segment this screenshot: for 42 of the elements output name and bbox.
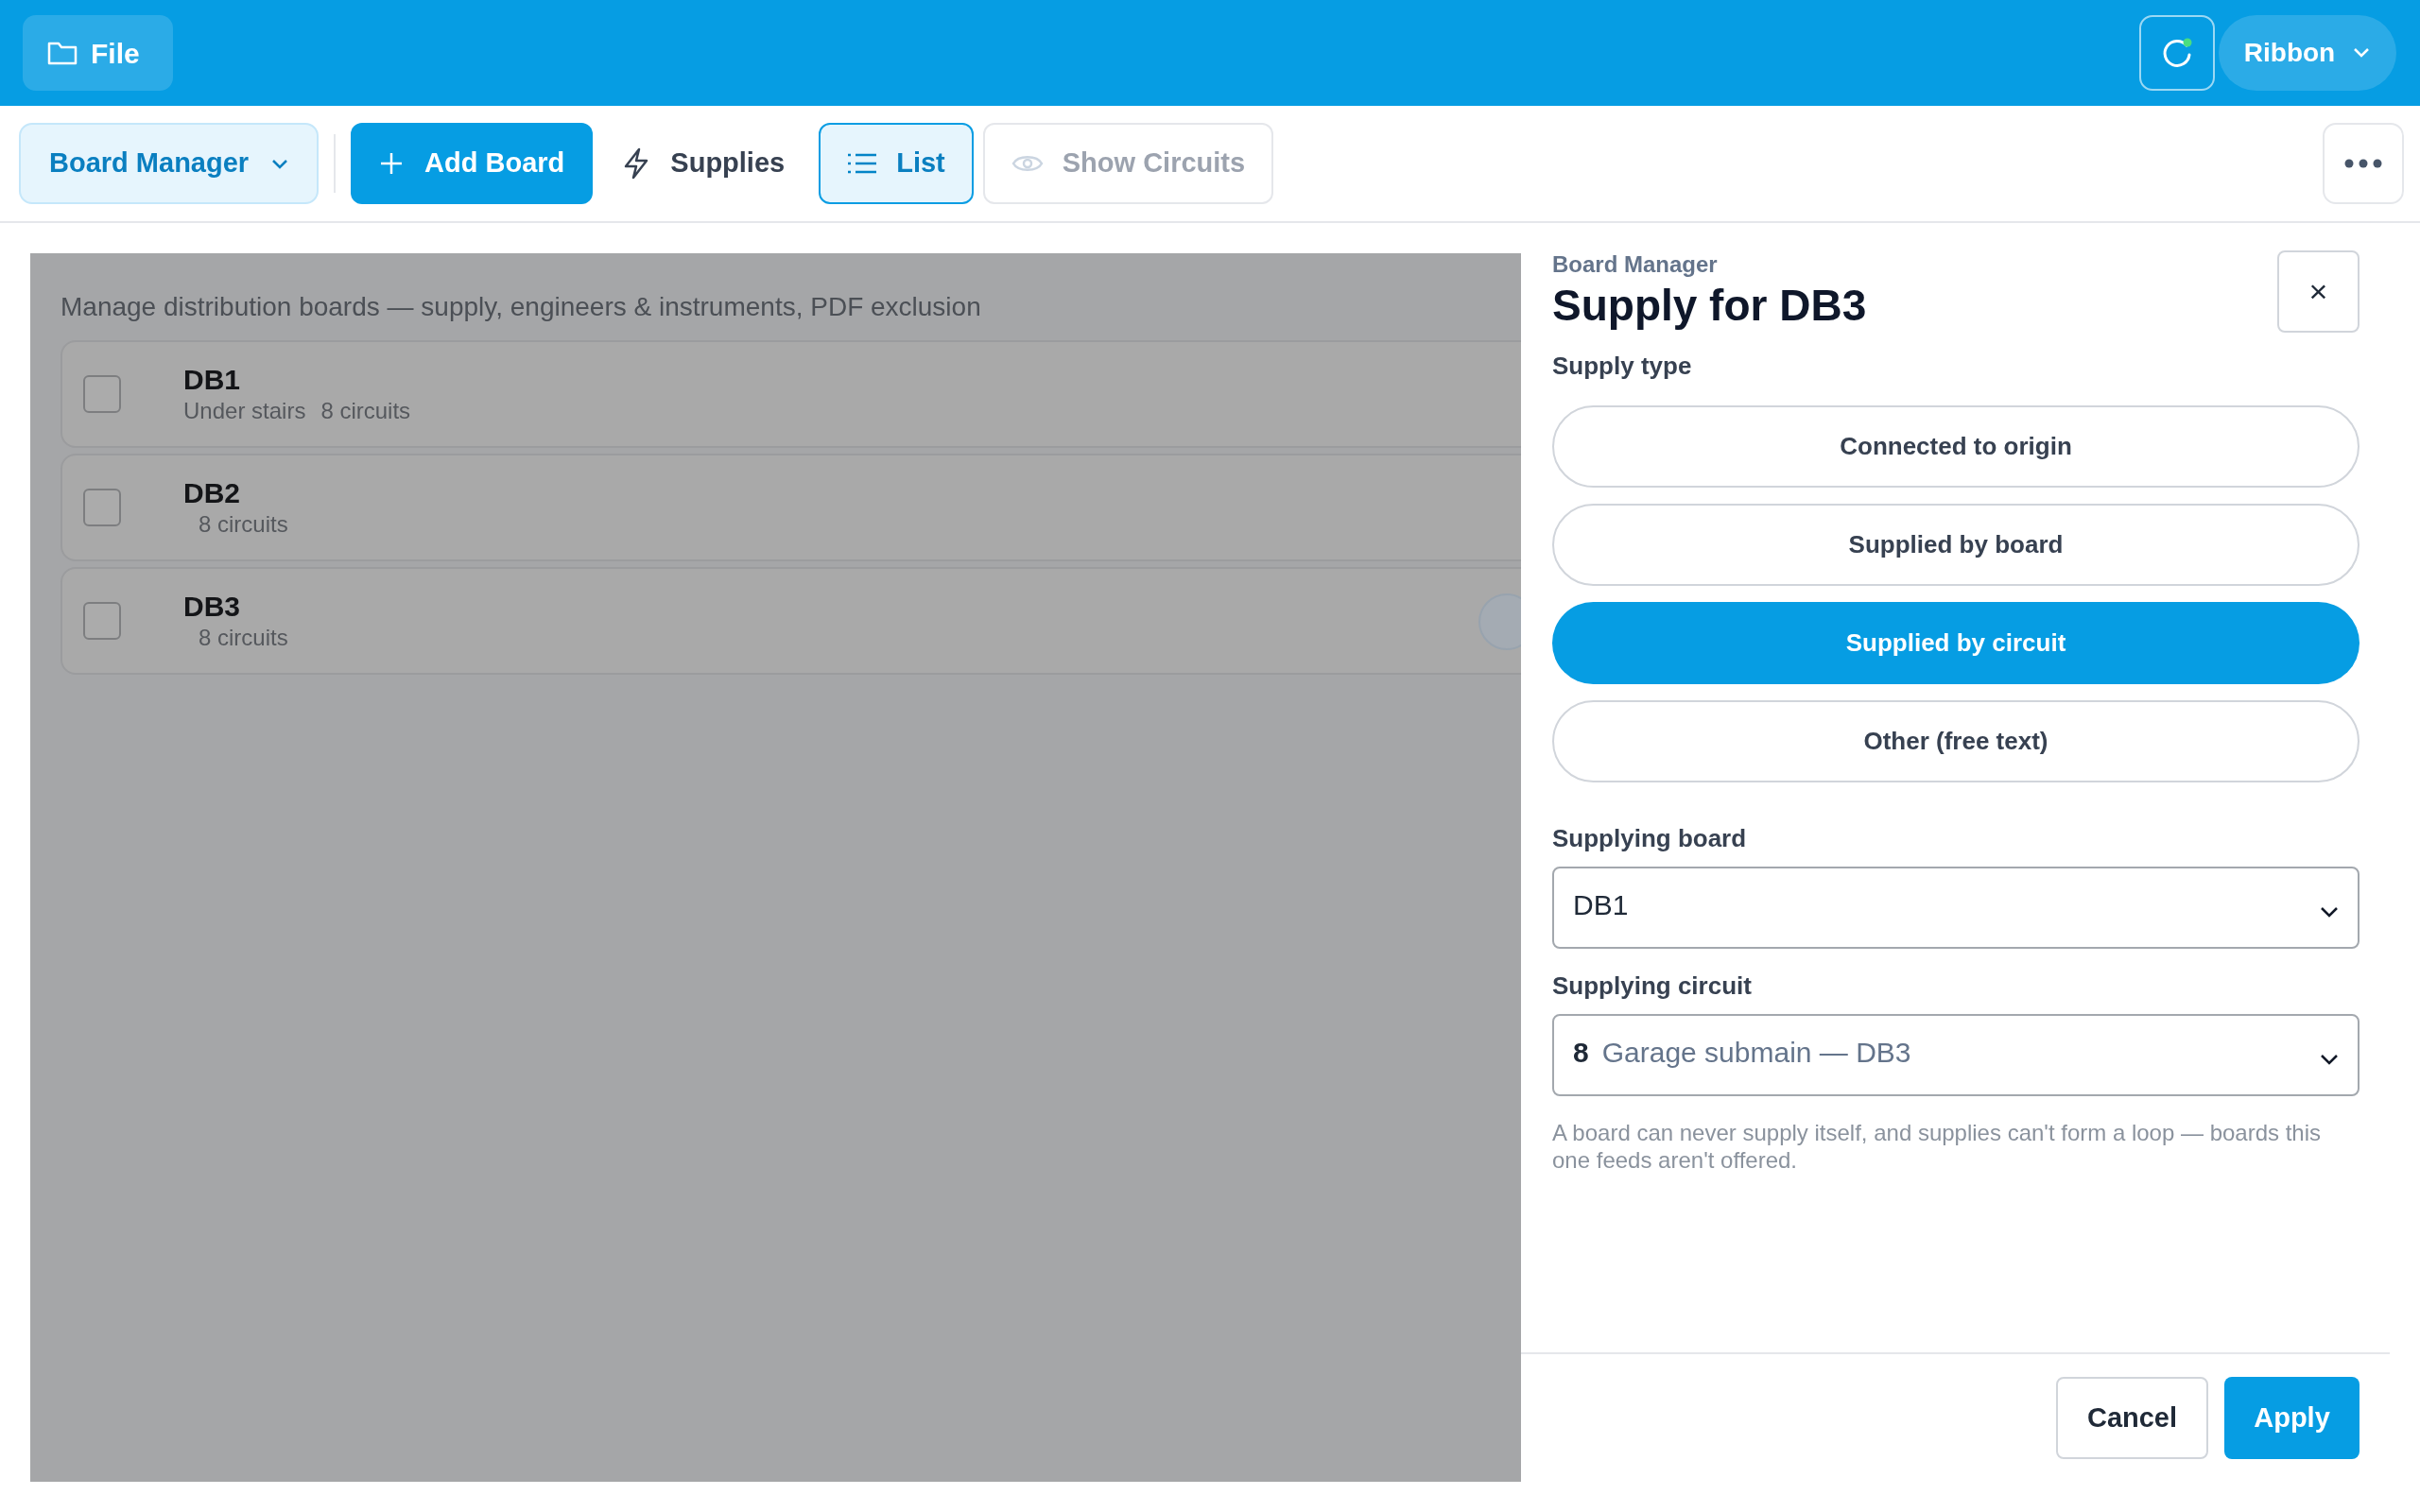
field-label: Supply type	[1552, 351, 1693, 382]
board-name: DB2	[183, 476, 241, 510]
close-button[interactable]: ×	[2277, 250, 2360, 333]
checkbox[interactable]	[83, 375, 121, 413]
hint-text: A board can never supply itself, and supplies can't form a loop — boards this one feeds aren't offered.	[1552, 1119, 2323, 1174]
more-icon	[2344, 159, 2382, 168]
round-button[interactable]	[1478, 593, 1521, 650]
chevron-down-icon	[271, 158, 289, 169]
panel-breadcrumb: Board Manager	[1552, 250, 1719, 279]
select-field[interactable]: 8 Garage submain — DB3	[1552, 1014, 2360, 1096]
view-dropdown[interactable]: Board Manager	[19, 123, 320, 204]
chevron-down-icon	[2352, 47, 2372, 59]
folder-icon	[47, 40, 78, 66]
board-list-description: Manage distribution boards — supply, engineers & instruments, PDF exclusion	[60, 291, 982, 323]
chevron-down-icon	[2320, 906, 2339, 918]
field-label: Supplying circuit	[1552, 971, 1753, 1002]
board-row[interactable]: DB1 Under stairs 8 circuits	[60, 340, 1521, 448]
circuit-count: 8 circuits	[320, 397, 411, 425]
board-row[interactable]: DB2 8 circuits	[60, 454, 1521, 561]
plus-icon	[379, 151, 405, 176]
sync-button[interactable]	[2139, 15, 2215, 91]
board-location: Under stairs	[183, 397, 306, 425]
board-name: DB1	[183, 363, 241, 397]
field-label: Supplying board	[1552, 823, 1748, 854]
supply-type-option[interactable]: Supplied by board	[1552, 504, 2360, 586]
panel-title: Supply for DB3	[1552, 280, 1867, 332]
board-row[interactable]: DB3 8 circuits	[60, 567, 1521, 675]
checkbox[interactable]	[83, 602, 121, 640]
lightning-icon	[623, 147, 650, 180]
list-icon	[847, 152, 878, 175]
toolbar-button[interactable]: Supplies	[602, 123, 806, 204]
supply-type-option[interactable]: Other (free text)	[1552, 700, 2360, 782]
toggle-button[interactable]: List	[819, 123, 974, 204]
chevron-down-icon	[2320, 1054, 2339, 1065]
checkbox[interactable]	[83, 489, 121, 526]
board-name: DB3	[183, 590, 241, 624]
supply-type-option[interactable]: Connected to origin	[1552, 405, 2360, 488]
circuit-count: 8 circuits	[199, 510, 288, 539]
cancel-button[interactable]: Cancel	[2056, 1377, 2208, 1459]
more-button[interactable]	[2323, 123, 2404, 204]
circuit-count: 8 circuits	[199, 624, 288, 652]
select-field[interactable]: DB1	[1552, 867, 2360, 949]
